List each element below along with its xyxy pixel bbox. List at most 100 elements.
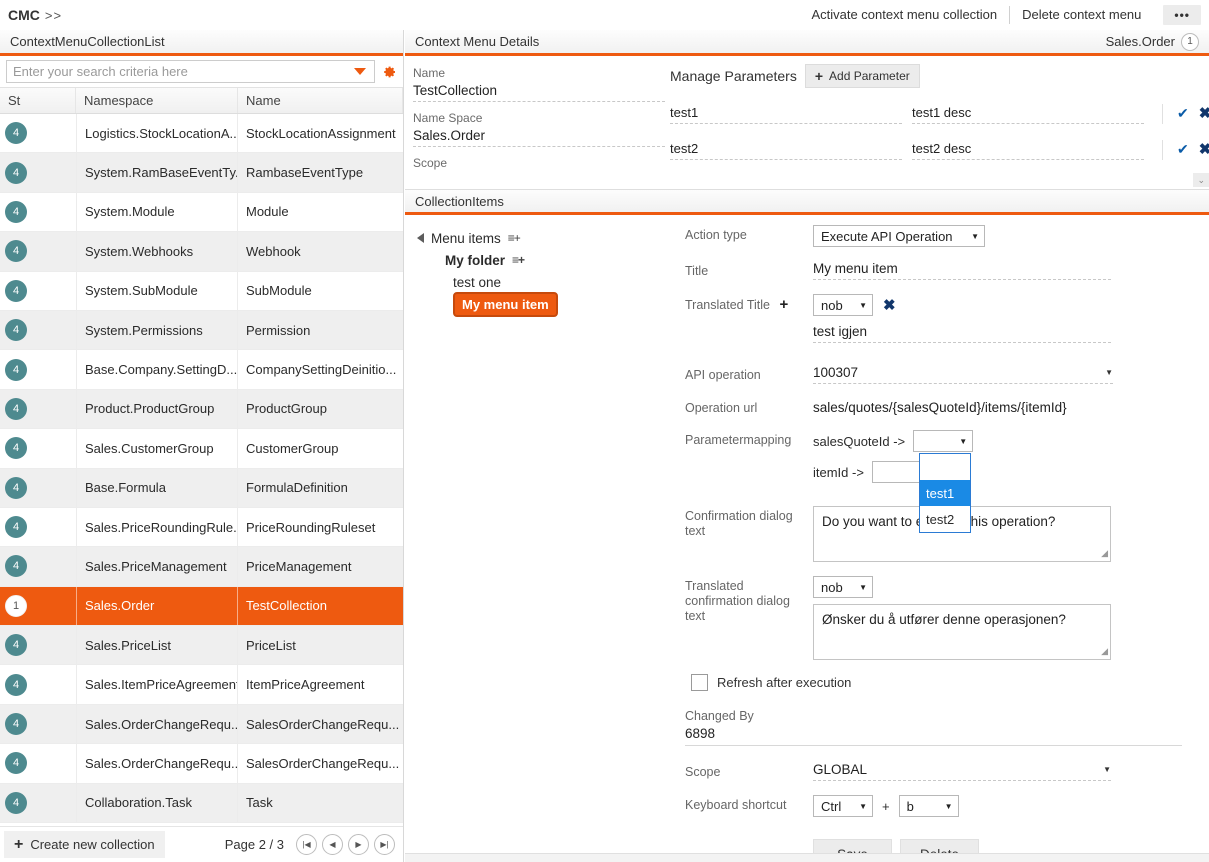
chevron-down-icon[interactable] [354,68,366,75]
pagination-first-button[interactable]: |◀ [296,834,317,855]
table-row[interactable]: 4 Product.ProductGroup ProductGroup [0,389,403,430]
parametermapping-key-2: itemId -> [813,464,864,480]
parameter-description[interactable]: test2 desc [912,141,1144,160]
table-row[interactable]: 4 Sales.ItemPriceAgreement ItemPriceAgreem… [0,665,403,705]
tree-node[interactable]: Menu items ≡+ [413,227,685,249]
add-translation-icon[interactable]: + [779,296,788,313]
table-row[interactable]: 4 System.Webhooks Webhook [0,232,403,272]
expand-arrow-icon[interactable] [417,233,424,243]
translated-confirmation-textarea[interactable]: Ønsker du å utfører denne operasjonen? ◢ [813,604,1111,660]
table-row[interactable]: 4 System.RamBaseEventTy... RambaseEventTyp… [0,153,403,193]
close-icon[interactable]: ✖ [1199,140,1209,158]
status-badge: 4 [5,516,27,539]
column-header-status[interactable]: St [0,88,76,113]
api-operation-select[interactable]: 100307 ▼ [813,365,1113,384]
add-parameter-button[interactable]: + Add Parameter [804,64,920,88]
table-row[interactable]: 4 Sales.PriceManagement PriceManagement [0,547,403,587]
details-name-label: Name [413,66,446,80]
search-input[interactable]: Enter your search criteria here [6,60,375,83]
table-row[interactable]: 4 Collaboration.Task Task [0,783,403,824]
tree-node[interactable]: My menu item [413,291,685,317]
delete-context-menu-button[interactable]: Delete context menu [1010,5,1153,25]
chevron-down-icon: ▼ [1105,368,1113,377]
scope-value: GLOBAL [813,762,868,777]
table-row[interactable]: 1 Sales.Order TestCollection [0,586,403,627]
row-name-cell: ProductGroup [246,401,327,417]
details-namespace-value[interactable]: Sales.Order [413,128,665,147]
remove-translation-icon[interactable]: ✖ [883,296,896,314]
row-name-cell: CustomerGroup [246,440,339,456]
dropdown-option[interactable]: test1 [920,480,970,506]
column-header-name[interactable]: Name [238,88,403,113]
status-badge: 4 [5,122,27,145]
tree-node[interactable]: My folder ≡+ [413,249,685,271]
table-row[interactable]: 4 Sales.OrderChangeRequ... SalesOrderChang… [0,704,403,745]
pagination-last-button[interactable]: ▶| [374,834,395,855]
table-row[interactable]: 4 System.SubModule SubModule [0,271,403,311]
dropdown-option[interactable]: test2 [920,506,970,532]
action-type-control: Execute API Operation ▼ [813,225,1209,247]
title-input[interactable]: My menu item [813,261,1111,280]
check-icon[interactable]: ✔ [1177,141,1189,158]
row-status-cell: 4 [0,429,76,467]
row-status-cell: 4 [0,665,76,703]
close-icon[interactable]: ✖ [1199,104,1209,122]
row-namespace-cell: Product.ProductGroup [76,389,238,429]
keyboard-key-select[interactable]: b ▼ [898,795,959,817]
translated-confirmation-language-select[interactable]: nob ▼ [813,576,873,598]
scope-select[interactable]: GLOBAL ▼ [813,762,1111,781]
table-row[interactable]: 4 Logistics.StockLocationA... StockLocatio… [0,114,403,154]
row-name-cell: ItemPriceAgreement [246,677,365,693]
parametermapping-input-2[interactable] [871,461,920,483]
gear-icon[interactable] [381,64,397,80]
more-options-button[interactable]: ••• [1163,5,1201,25]
table-row[interactable]: 4 Sales.CustomerGroup CustomerGroup [0,429,403,469]
parameter-row: test2 test2 desc ✔ ✖ [665,140,1209,160]
translated-title-control: nob ▼ ✖ test igjen [813,294,1209,343]
parameter-name[interactable]: test2 [670,141,902,160]
tree-node[interactable]: test one [413,271,685,293]
resize-grip-icon[interactable]: ◢ [1101,643,1108,659]
title-label: Title [685,264,709,278]
table-row[interactable]: 4 System.Module Module [0,192,403,233]
table-row[interactable]: 4 Sales.PriceList PriceList [0,626,403,666]
table-row[interactable]: 4 Sales.PriceRoundingRule... PriceRounding… [0,507,403,548]
table-row[interactable]: 4 Base.Formula FormulaDefinition [0,468,403,508]
add-menu-item-icon[interactable]: ≡+ [512,253,525,267]
table-row[interactable]: 4 Sales.OrderChangeRequ... SalesOrderChang… [0,744,403,784]
row-status-cell: 4 [0,547,76,585]
add-menu-item-icon[interactable]: ≡+ [508,231,521,245]
status-badge: 4 [5,476,27,499]
scroll-down-icon[interactable]: ⌄ [1193,173,1209,187]
row-status-cell: 4 [0,784,76,822]
details-name-value[interactable]: TestCollection [413,83,665,102]
action-type-select[interactable]: Execute API Operation ▼ [813,225,985,247]
row-namespace-cell: Sales.OrderChangeRequ... [76,704,238,744]
parameter-description[interactable]: test1 desc [912,105,1144,124]
manage-parameters-section: Manage Parameters + Add Parameter test1 t… [665,56,1209,189]
pagination-prev-button[interactable]: ◀ [322,834,343,855]
search-row: Enter your search criteria here [0,56,403,87]
translated-title-language-select[interactable]: nob ▼ [813,294,873,316]
keyboard-shortcut-control: Ctrl ▼ + b ▼ [813,795,1209,817]
tree-node-label: Menu items [431,230,501,246]
resize-grip-icon[interactable]: ◢ [1101,545,1108,561]
table-row[interactable]: 4 System.Permissions Permission [0,310,403,351]
check-icon[interactable]: ✔ [1177,105,1189,122]
translated-title-input[interactable]: test igjen [813,324,1111,343]
parametermapping-select-1[interactable]: ▼ [913,430,974,452]
column-header-namespace[interactable]: Namespace [76,88,238,113]
parametermapping-label: Parametermapping [685,433,792,447]
parametermapping-dropdown-open[interactable]: test1 test2 [919,453,971,533]
table-row[interactable]: 4 Base.Company.SettingD... CompanySettingD… [0,350,403,390]
activate-context-menu-collection-button[interactable]: Activate context menu collection [799,5,1009,25]
dropdown-option[interactable] [920,454,970,480]
pagination-next-button[interactable]: ▶ [348,834,369,855]
breadcrumb-root[interactable]: CMC [8,7,40,23]
breadcrumb: CMC >> [0,7,62,23]
bottom-status-bar [405,853,1209,862]
refresh-after-execution-checkbox[interactable] [691,674,708,691]
create-new-collection-button[interactable]: + Create new collection [4,831,165,858]
keyboard-modifier-select[interactable]: Ctrl ▼ [813,795,873,817]
parameter-name[interactable]: test1 [670,105,902,124]
